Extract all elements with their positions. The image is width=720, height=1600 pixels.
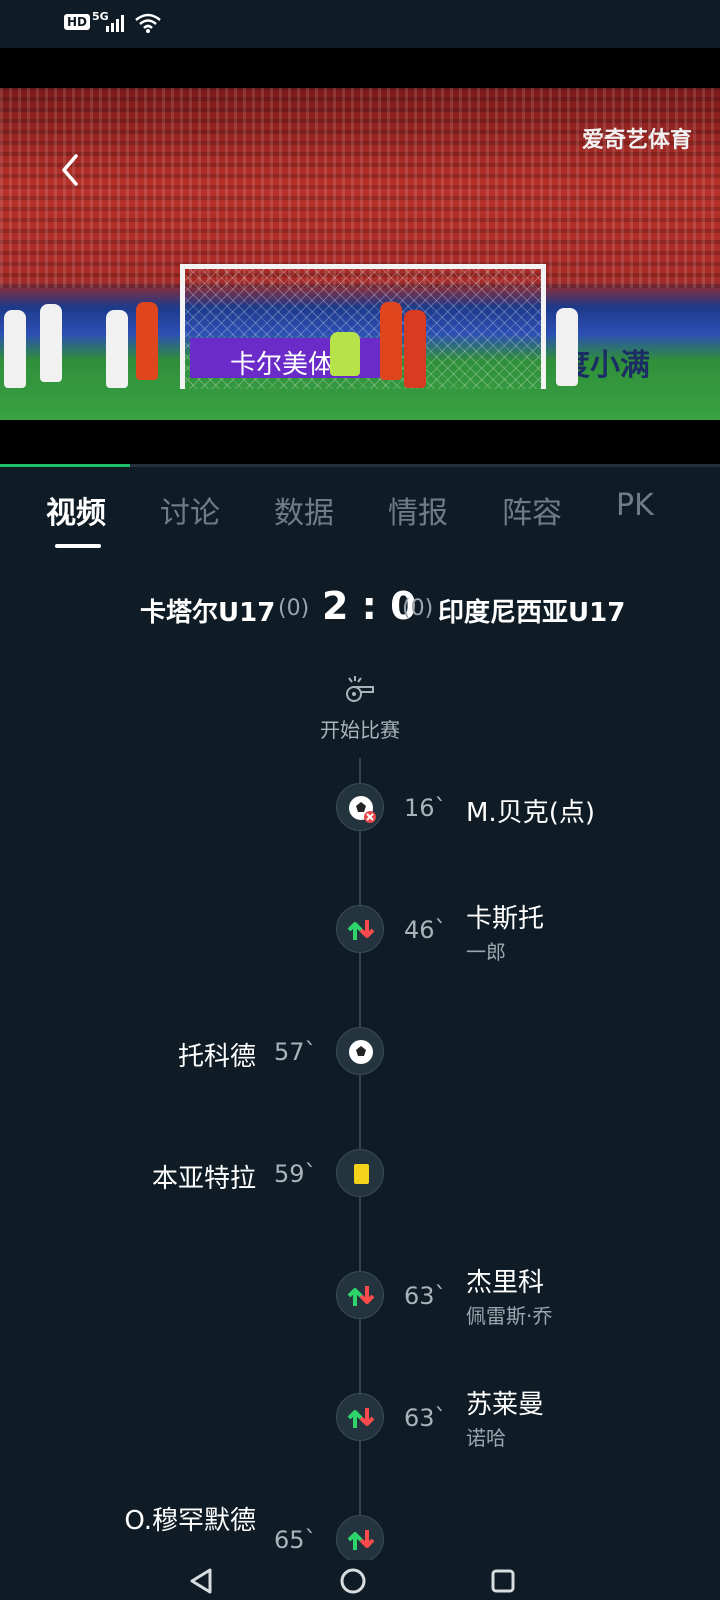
kickoff-marker: 开始比赛: [320, 674, 400, 743]
event-player: M.贝克(点): [466, 798, 595, 828]
event-player-in: 杰里科: [466, 1268, 545, 1298]
substitution-icon: [347, 1408, 375, 1428]
player-figure: [4, 310, 26, 388]
away-penalty-score: (0): [402, 596, 434, 621]
player-figure: [106, 310, 128, 388]
event-minute: 46`: [404, 916, 447, 944]
tab-stats[interactable]: 数据: [274, 488, 334, 532]
event-player-in: 苏莱曼: [466, 1390, 545, 1420]
event-icon-goal[interactable]: [336, 1027, 384, 1075]
goalkeeper-figure: [330, 332, 360, 376]
substitution-icon: [347, 920, 375, 940]
home-nav-icon[interactable]: [338, 1566, 368, 1596]
kickoff-label: 开始比赛: [320, 718, 400, 742]
brand-watermark: 爱奇艺体育: [581, 128, 692, 153]
tab-discussion[interactable]: 讨论: [160, 488, 220, 532]
event-player: O.穆罕默德: [124, 1506, 256, 1536]
event-icon-substitution[interactable]: [336, 905, 384, 953]
video-progress-bar[interactable]: [0, 464, 720, 467]
substitution-icon: [347, 1286, 375, 1306]
tab-bar: 视频 讨论 数据 情报 阵容 PK: [0, 480, 720, 550]
recents-nav-icon[interactable]: [488, 1566, 518, 1596]
soccer-ball-icon: [349, 1040, 373, 1064]
tab-pk[interactable]: PK: [616, 488, 654, 523]
event-minute: 16`: [404, 794, 447, 822]
tab-intel[interactable]: 情报: [388, 488, 448, 532]
home-penalty-score: (0): [278, 596, 310, 621]
player-figure: [556, 308, 578, 386]
event-minute: 57`: [274, 1038, 317, 1066]
tab-lineup[interactable]: 阵容: [502, 488, 562, 532]
event-icon-substitution[interactable]: [336, 1271, 384, 1319]
event-icon-missed-penalty[interactable]: [336, 783, 384, 831]
event-player-out: 诺哈: [466, 1426, 506, 1450]
video-player[interactable]: 卡尔美体 度小满 爱奇艺体育: [0, 48, 720, 466]
event-minute: 63`: [404, 1282, 447, 1310]
yellow-card-icon: [354, 1164, 369, 1184]
system-nav-bar: [0, 1560, 720, 1600]
signal-icon: [106, 15, 124, 32]
player-figure: [40, 304, 62, 382]
match-score-header: 卡塔尔U17 (0) 2 : 0 (0) 印度尼西亚U17: [0, 584, 720, 634]
back-icon[interactable]: [56, 152, 86, 188]
tab-video[interactable]: 视频: [46, 488, 106, 532]
player-figure: [380, 302, 402, 380]
away-team-name: 印度尼西亚U17: [438, 598, 626, 628]
event-player-in: 卡斯托: [466, 904, 545, 934]
event-player: 本亚特拉: [151, 1164, 256, 1194]
soccer-ball-missed-icon: [349, 796, 376, 823]
event-icon-substitution[interactable]: [336, 1515, 384, 1563]
event-icon-yellow-card[interactable]: [336, 1149, 384, 1197]
back-nav-icon[interactable]: [186, 1566, 216, 1596]
status-bar: HD 5G: [0, 0, 720, 48]
player-figure: [404, 310, 426, 388]
player-figure: [136, 302, 158, 380]
wifi-icon: [135, 13, 161, 33]
event-player-out: 一郎: [466, 940, 506, 964]
substitution-icon: [347, 1530, 375, 1550]
hd-indicator: HD: [64, 14, 91, 30]
event-player: 托科德: [177, 1042, 256, 1072]
event-minute: 63`: [404, 1404, 447, 1432]
event-minute: 59`: [274, 1160, 317, 1188]
whistle-icon: [346, 676, 374, 702]
event-player-out: 佩雷斯·乔: [466, 1304, 553, 1328]
crowd-image: [0, 88, 720, 288]
tab-indicator: [55, 544, 101, 548]
home-team-name: 卡塔尔U17: [140, 598, 276, 628]
event-icon-substitution[interactable]: [336, 1393, 384, 1441]
event-minute: 65`: [274, 1526, 317, 1554]
video-progress-fill: [0, 464, 130, 467]
